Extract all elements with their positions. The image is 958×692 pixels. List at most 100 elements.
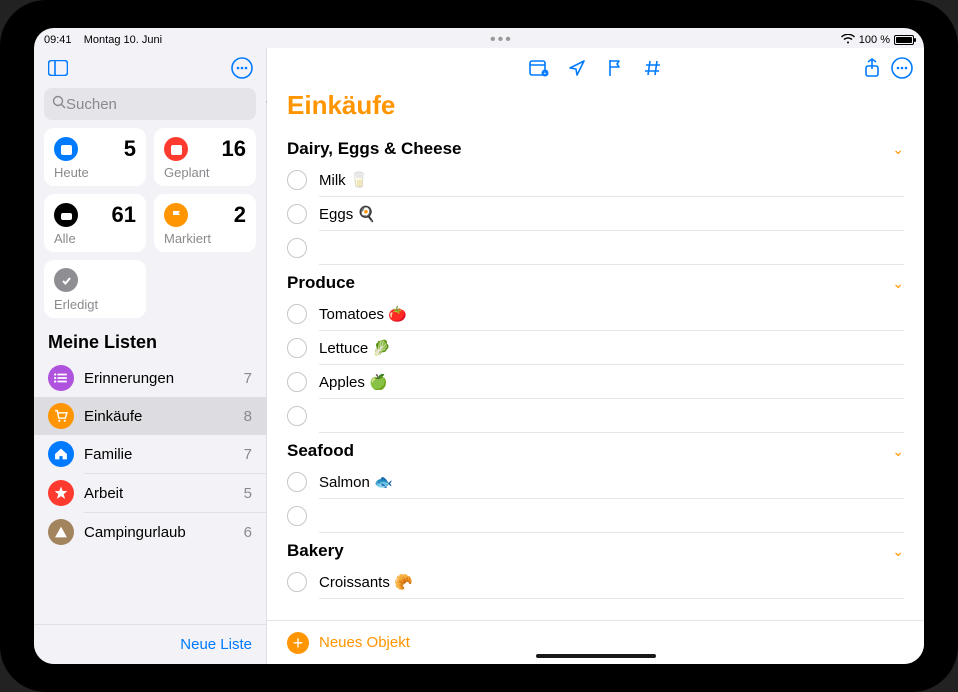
main-toolbar: + xyxy=(267,48,924,88)
reminder-row[interactable]: Apples 🍏 xyxy=(287,365,904,398)
sidebar-footer: Neue Liste xyxy=(34,624,266,664)
list-row-campingurlaub[interactable]: Campingurlaub 6 xyxy=(34,513,266,551)
section-header[interactable]: Produce ⌄ xyxy=(287,265,904,297)
smart-count: 61 xyxy=(112,202,136,228)
reminder-row[interactable]: Lettuce 🥬 xyxy=(287,331,904,364)
chevron-down-icon[interactable]: ⌄ xyxy=(892,141,904,158)
calendar-badge-icon[interactable]: + xyxy=(527,56,551,80)
smart-card-markiert[interactable]: 2 Markiert xyxy=(154,194,256,252)
reminder-text[interactable]: Salmon 🐟 xyxy=(319,473,904,491)
reminder-text[interactable]: Tomatoes 🍅 xyxy=(319,305,904,323)
main-more-button[interactable] xyxy=(890,56,914,80)
smart-label: Markiert xyxy=(164,231,246,246)
smart-card-erledigt[interactable]: Erledigt xyxy=(44,260,146,318)
reminder-row[interactable] xyxy=(287,231,904,264)
flag-icon[interactable] xyxy=(603,56,627,80)
complete-toggle[interactable] xyxy=(287,238,307,258)
status-time: 09:41 xyxy=(44,34,72,46)
list-name: Erinnerungen xyxy=(84,370,234,387)
list-name: Familie xyxy=(84,446,234,463)
reminder-text[interactable]: Apples 🍏 xyxy=(319,373,904,391)
smart-card-alle[interactable]: 61Alle xyxy=(44,194,146,252)
reminder-text[interactable]: Milk 🥛 xyxy=(319,171,904,189)
search-input[interactable] xyxy=(66,96,265,113)
main-panel: + Einkäufe Dairy, xyxy=(267,48,924,664)
tent-icon xyxy=(48,519,74,545)
house-icon xyxy=(48,441,74,467)
chevron-down-icon[interactable]: ⌄ xyxy=(892,275,904,292)
list-name: Campingurlaub xyxy=(84,524,234,541)
my-lists-header: Meine Listen xyxy=(34,318,266,359)
list-count: 5 xyxy=(244,485,252,502)
battery-percent: 100 % xyxy=(859,34,890,46)
reminder-row[interactable]: Croissants 🥐 xyxy=(287,565,904,598)
sidebar-more-button[interactable] xyxy=(228,54,256,82)
list-row-familie[interactable]: Familie7 xyxy=(34,435,266,473)
tag-icon[interactable] xyxy=(641,56,665,80)
smart-card-heute[interactable]: 5Heute xyxy=(44,128,146,186)
new-list-button[interactable]: Neue Liste xyxy=(180,636,252,653)
multitask-dots[interactable]: ••• xyxy=(162,31,841,49)
my-lists: Erinnerungen7Einkäufe8Familie7Arbeit5Cam… xyxy=(34,359,266,624)
smart-card-geplant[interactable]: 16 Geplant xyxy=(154,128,256,186)
list-row-einkäufe[interactable]: Einkäufe8 xyxy=(34,397,266,435)
reminder-row[interactable]: Milk 🥛 xyxy=(287,163,904,196)
chevron-down-icon[interactable]: ⌄ xyxy=(892,443,904,460)
smart-count: 16 xyxy=(222,136,246,162)
calendar-icon xyxy=(54,137,78,161)
complete-toggle[interactable] xyxy=(287,372,307,392)
list-count: 6 xyxy=(244,524,252,541)
list-count: 7 xyxy=(244,370,252,387)
list-row-arbeit[interactable]: Arbeit5 xyxy=(34,474,266,512)
section-title: Bakery xyxy=(287,541,344,561)
section-header[interactable]: Dairy, Eggs & Cheese ⌄ xyxy=(287,131,904,163)
complete-toggle[interactable] xyxy=(287,406,307,426)
section-header[interactable]: Bakery ⌄ xyxy=(287,533,904,565)
smart-label: Erledigt xyxy=(54,297,136,312)
search-field[interactable] xyxy=(44,88,256,120)
chevron-down-icon[interactable]: ⌄ xyxy=(892,543,904,560)
reminder-row[interactable]: Eggs 🍳 xyxy=(287,197,904,230)
smart-count: 2 xyxy=(234,202,246,228)
smart-label: Geplant xyxy=(164,165,246,180)
complete-toggle[interactable] xyxy=(287,170,307,190)
add-item-icon[interactable]: + xyxy=(287,632,309,654)
complete-toggle[interactable] xyxy=(287,204,307,224)
toggle-sidebar-button[interactable] xyxy=(44,54,72,82)
reminder-row[interactable] xyxy=(287,399,904,432)
status-date: Montag 10. Juni xyxy=(84,34,162,46)
complete-toggle[interactable] xyxy=(287,338,307,358)
home-indicator[interactable] xyxy=(536,654,656,658)
reminder-row[interactable]: Tomatoes 🍅 xyxy=(287,297,904,330)
list-icon xyxy=(48,365,74,391)
page-title: Einkäufe xyxy=(267,88,924,131)
section-header[interactable]: Seafood ⌄ xyxy=(287,433,904,465)
complete-toggle[interactable] xyxy=(287,572,307,592)
reminder-row[interactable] xyxy=(287,499,904,532)
reminder-text[interactable]: Croissants 🥐 xyxy=(319,573,904,591)
search-icon xyxy=(52,95,66,114)
complete-toggle[interactable] xyxy=(287,472,307,492)
complete-toggle[interactable] xyxy=(287,506,307,526)
smart-count: 5 xyxy=(124,136,136,162)
reminder-row[interactable]: Salmon 🐟 xyxy=(287,465,904,498)
status-bar: 09:41 Montag 10. Juni ••• 100 % xyxy=(34,28,924,48)
reminders-scroll[interactable]: Dairy, Eggs & Cheese ⌄ Milk 🥛 Eggs 🍳 Produce… xyxy=(267,131,924,620)
sidebar: 5Heute 16 Geplant 61Alle 2 Markiert Erledigt M… xyxy=(34,48,267,664)
complete-toggle[interactable] xyxy=(287,304,307,324)
share-button[interactable] xyxy=(860,56,884,80)
screen: 09:41 Montag 10. Juni ••• 100 % xyxy=(34,28,924,664)
section-title: Seafood xyxy=(287,441,354,461)
reminder-text[interactable]: Eggs 🍳 xyxy=(319,205,904,223)
section-title: Dairy, Eggs & Cheese xyxy=(287,139,461,159)
new-item-button[interactable]: Neues Objekt xyxy=(319,634,410,651)
reminder-text[interactable]: Lettuce 🥬 xyxy=(319,339,904,357)
section-title: Produce xyxy=(287,273,355,293)
svg-text:+: + xyxy=(543,71,546,77)
list-row-erinnerungen[interactable]: Erinnerungen 7 xyxy=(34,359,266,397)
cart-icon xyxy=(48,403,74,429)
split-view: 5Heute 16 Geplant 61Alle 2 Markiert Erledigt M… xyxy=(34,48,924,664)
smart-lists-grid: 5Heute 16 Geplant 61Alle 2 Markiert Erledigt xyxy=(34,128,266,318)
flag-icon xyxy=(164,203,188,227)
location-icon[interactable] xyxy=(565,56,589,80)
